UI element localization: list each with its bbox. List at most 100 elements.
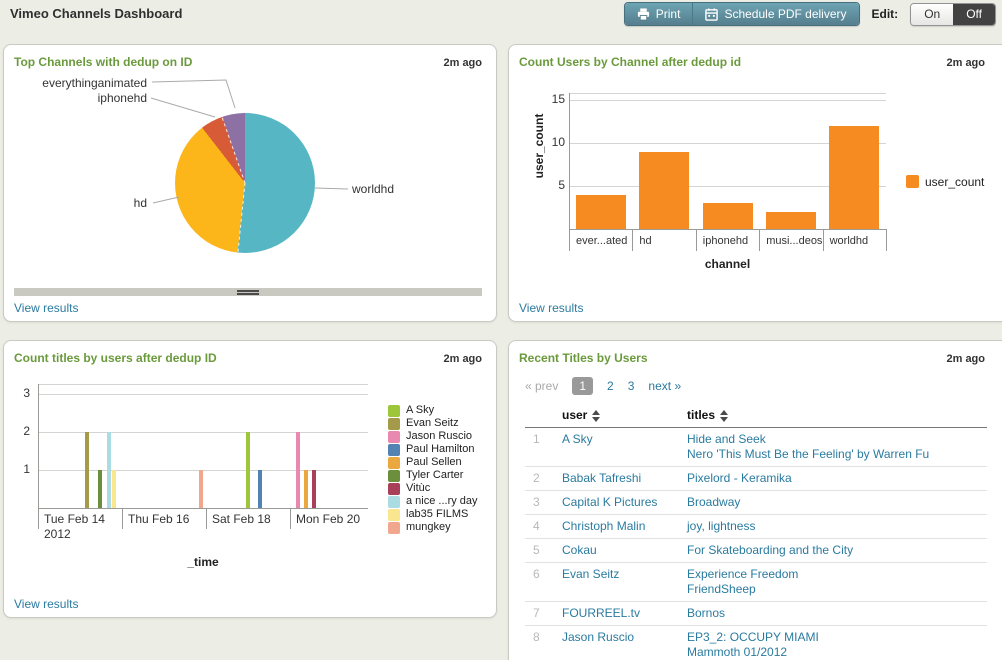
time-bar-Tyler Carter[interactable]: [98, 470, 102, 508]
pie-chart[interactable]: [175, 113, 315, 253]
bar-worldhd[interactable]: [829, 126, 879, 229]
bar-ever...ated[interactable]: [576, 195, 626, 229]
title-link[interactable]: Hide and Seek: [687, 432, 987, 447]
print-button[interactable]: Print: [625, 3, 693, 25]
user-cell: Christoph Malin: [562, 519, 687, 534]
sort-icon[interactable]: [720, 410, 728, 422]
edit-on-button[interactable]: On: [911, 4, 953, 25]
title-link[interactable]: Bornos: [687, 606, 987, 621]
title-link[interactable]: FriendSheep: [687, 582, 987, 597]
user-cell: FOURREEL.tv: [562, 606, 687, 621]
legend-item: Paul Hamilton: [388, 443, 478, 456]
user-link[interactable]: Capital K Pictures: [562, 495, 687, 510]
x-tick-label: musi...deos: [766, 235, 822, 247]
x-tick-label: hd: [639, 235, 651, 247]
title-link[interactable]: joy, lightness: [687, 519, 987, 534]
time-bar-Paul Hamilton[interactable]: [258, 470, 262, 508]
legend-swatch: [388, 470, 400, 482]
time-bar-lab35 FILMS[interactable]: [112, 470, 116, 508]
title-link[interactable]: Nero 'This Must Be the Feeling' by Warre…: [687, 447, 987, 462]
user-link[interactable]: Jason Ruscio: [562, 630, 687, 645]
view-results-link[interactable]: View results: [14, 301, 78, 315]
row-number: 1: [525, 432, 562, 462]
legend-swatch: [388, 457, 400, 469]
legend-item: Jason Ruscio: [388, 430, 478, 443]
x-tick-label: worldhd: [830, 235, 869, 247]
sort-icon[interactable]: [592, 410, 600, 422]
legend-label: a nice ...ry day: [406, 495, 478, 508]
legend-label: Tyler Carter: [406, 469, 463, 482]
legend-item: Vitùc: [388, 482, 478, 495]
pagination-page-3[interactable]: 3: [628, 379, 635, 393]
user-cell: Jason Ruscio: [562, 630, 687, 660]
view-results-link[interactable]: View results: [519, 301, 583, 315]
pagination-page-1[interactable]: 1: [572, 377, 593, 395]
title-link[interactable]: Broadway: [687, 495, 987, 510]
time-bar-Jason Ruscio[interactable]: [296, 432, 300, 508]
table-row: 3Capital K PicturesBroadway: [525, 491, 987, 515]
panel-count-users: Count Users by Channel after dedup id 2m…: [508, 44, 1002, 322]
export-button-group: Print Schedule PDF delivery: [624, 2, 860, 26]
y-tick-label: 3: [4, 386, 30, 400]
row-number: 5: [525, 543, 562, 558]
table-body: 1A SkyHide and SeekNero 'This Must Be th…: [525, 428, 987, 660]
table-row: 8Jason RuscioEP3_2: OCCUPY MIAMIMammoth …: [525, 626, 987, 660]
view-results-link[interactable]: View results: [14, 597, 78, 611]
x-tick: [823, 229, 824, 251]
edit-off-button[interactable]: Off: [953, 4, 995, 25]
time-bar-A Sky[interactable]: [246, 432, 250, 508]
bar-musi...deos[interactable]: [766, 212, 816, 229]
schedule-pdf-button[interactable]: Schedule PDF delivery: [692, 3, 858, 25]
legend-item: Evan Seitz: [388, 417, 478, 430]
x-tick-label: ever...ated: [576, 235, 627, 247]
y-axis-line: [569, 93, 570, 229]
row-number: 4: [525, 519, 562, 534]
user-link[interactable]: Babak Tafreshi: [562, 471, 687, 486]
user-link[interactable]: FOURREEL.tv: [562, 606, 687, 621]
row-number: 8: [525, 630, 562, 660]
user-link[interactable]: Evan Seitz: [562, 567, 687, 582]
time-bar-mungkey[interactable]: [199, 470, 203, 508]
time-bar-Paul Sellen[interactable]: [304, 470, 308, 508]
panel-title: Recent Titles by Users: [519, 351, 648, 365]
pagination-next[interactable]: next »: [648, 379, 681, 393]
time-bar-Evan Seitz[interactable]: [85, 432, 89, 508]
pie-label-iphonehd: iphonehd: [98, 91, 147, 105]
dashboard-page: Vimeo Channels Dashboard Print: [0, 0, 1002, 660]
print-label: Print: [656, 7, 681, 21]
time-bar-Vitùc[interactable]: [312, 470, 316, 508]
row-number: 7: [525, 606, 562, 621]
legend-item: A Sky: [388, 404, 478, 417]
legend-item: Paul Sellen: [388, 456, 478, 469]
x-tick: [759, 229, 760, 251]
y-tick-label: 1: [4, 462, 30, 476]
title-link[interactable]: Pixelord - Keramika: [687, 471, 987, 486]
time-bar-a nice ...ry day[interactable]: [107, 432, 111, 508]
user-column-header[interactable]: user: [562, 408, 687, 422]
y-tick-label: 15: [527, 92, 565, 106]
plot-top-border: [569, 93, 886, 94]
table-row: 4Christoph Malinjoy, lightness: [525, 515, 987, 539]
titles-column-header[interactable]: titles: [687, 408, 987, 422]
title-link[interactable]: For Skateboarding and the City: [687, 543, 987, 558]
user-link[interactable]: A Sky: [562, 432, 687, 447]
user-link[interactable]: Christoph Malin: [562, 519, 687, 534]
pagination-page-2[interactable]: 2: [607, 379, 614, 393]
pie-label-worldhd: worldhd: [352, 182, 394, 196]
user-column-label: user: [562, 408, 587, 422]
bar-hd[interactable]: [639, 152, 689, 229]
row-number: 2: [525, 471, 562, 486]
title-link[interactable]: Mammoth 01/2012: [687, 645, 987, 660]
bar-iphonehd[interactable]: [703, 203, 753, 229]
scrollbar-grip-icon[interactable]: [237, 288, 259, 295]
title-link[interactable]: EP3_2: OCCUPY MIAMI: [687, 630, 987, 645]
x-axis-title: channel: [569, 257, 886, 271]
plot-top-border: [38, 384, 368, 385]
user-link[interactable]: Cokau: [562, 543, 687, 558]
x-tick: [632, 229, 633, 251]
title-link[interactable]: Experience Freedom: [687, 567, 987, 582]
x-tick: [886, 229, 887, 251]
horizontal-scrollbar[interactable]: [14, 288, 482, 296]
legend-label: lab35 FILMS: [406, 508, 468, 521]
legend-label: A Sky: [406, 404, 434, 417]
